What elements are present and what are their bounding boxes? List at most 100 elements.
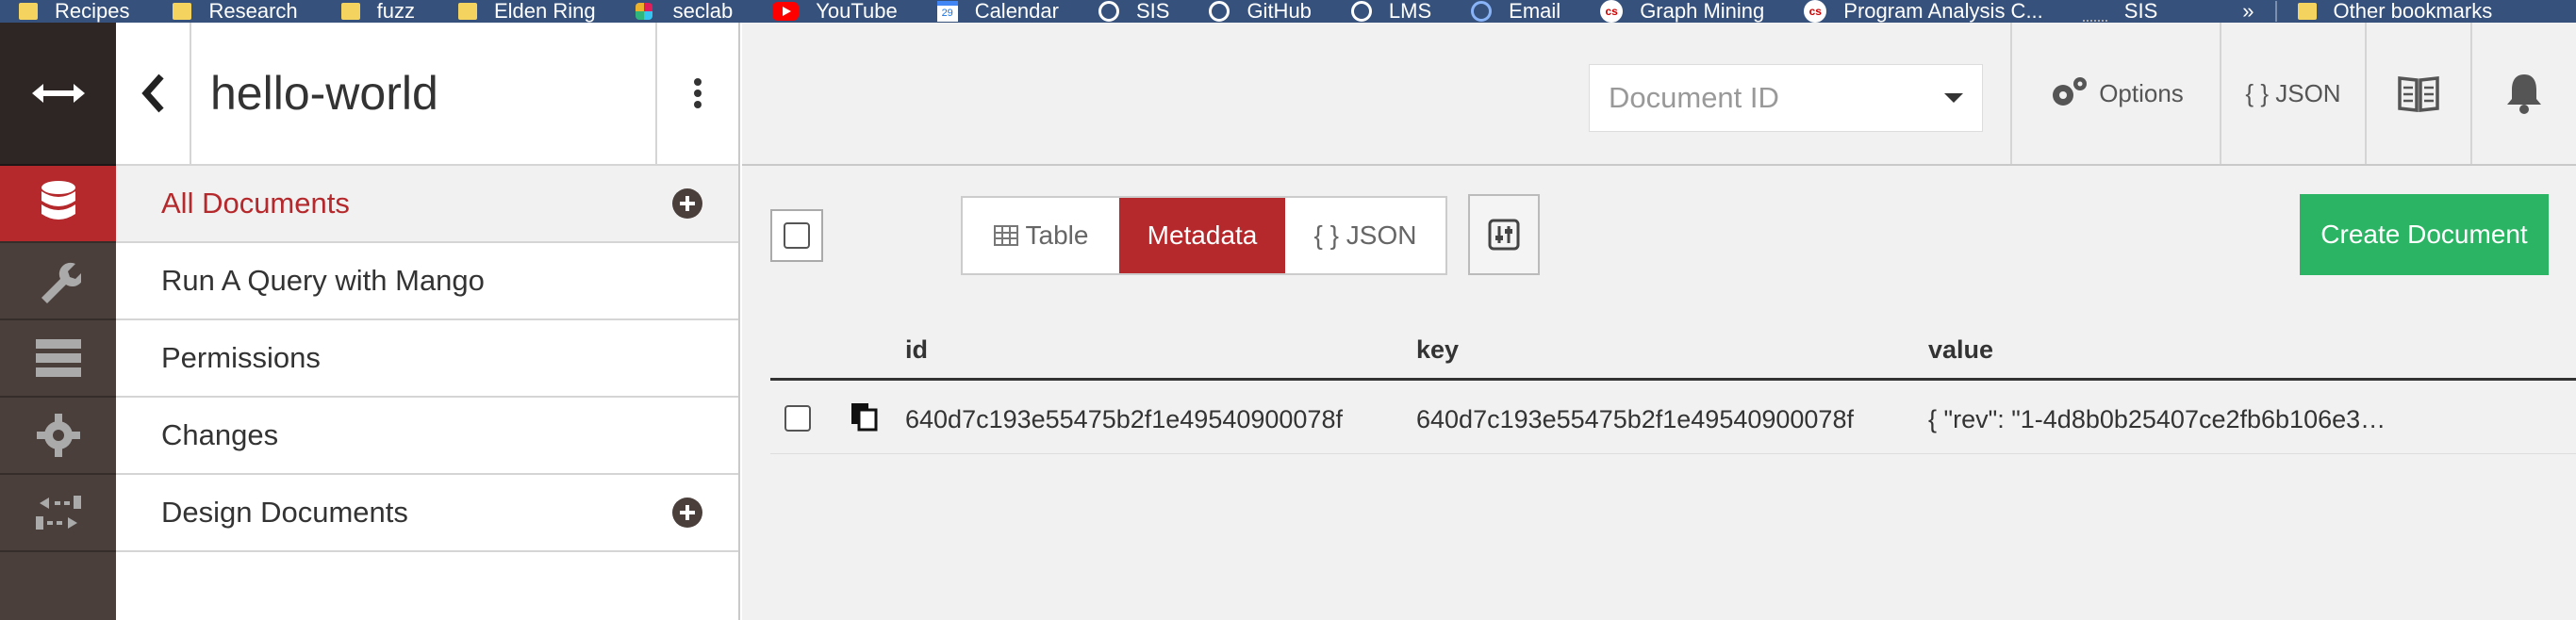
double-arrow-icon	[31, 84, 85, 103]
json-toggle-button[interactable]: { } JSON	[1285, 198, 1445, 273]
copy-icon[interactable]	[850, 401, 880, 432]
folder-icon	[340, 3, 360, 20]
sis-icon	[2082, 1, 2107, 22]
bookmark-other[interactable]: Other bookmarks	[2297, 0, 2492, 23]
list-icon	[35, 339, 81, 377]
database-icon	[41, 181, 75, 220]
bookmark-sis[interactable]: SIS	[1098, 0, 1169, 23]
folder-icon	[458, 3, 477, 20]
caret-down-icon	[1944, 93, 1963, 103]
sidebar-item-label: Design Documents	[161, 496, 408, 529]
sidebar-item-changes[interactable]: Changes	[116, 398, 738, 475]
column-header-id[interactable]: id	[905, 335, 928, 365]
email-icon	[1471, 1, 1493, 22]
table-settings-button[interactable]	[1468, 194, 1540, 275]
document-id-placeholder: Document ID	[1609, 81, 1779, 114]
globe-icon	[1350, 1, 1372, 22]
more-vertical-icon	[694, 78, 702, 108]
row-value: { "rev": "1-4d8b0b25407ce2fb6b106e3…	[1928, 405, 2386, 433]
create-document-button[interactable]: Create Document	[2300, 194, 2549, 275]
table-icon	[993, 225, 1018, 246]
nav-replication[interactable]	[0, 475, 116, 552]
table-view-button[interactable]: Table	[963, 198, 1119, 273]
nav-databases[interactable]	[0, 166, 116, 243]
json-label: { } JSON	[2245, 78, 2341, 107]
bookmarks-overflow-button[interactable]: »	[2242, 0, 2254, 23]
calendar-icon: 29	[936, 1, 958, 22]
database-title: hello-world	[210, 67, 438, 120]
select-all-checkbox-box	[784, 222, 810, 249]
sidebar-header: hello-world	[116, 23, 738, 166]
view-toggle: Table Metadata { } JSON	[961, 196, 1447, 275]
sliders-icon	[1488, 219, 1520, 251]
add-document-icon[interactable]	[672, 188, 702, 219]
database-sidebar: hello-world All Documents Run A Query wi…	[116, 23, 740, 620]
table-row[interactable]: 640d7c193e55475b2f1e49540900078f 640d7c1…	[770, 383, 2576, 454]
notifications-button[interactable]	[2470, 23, 2576, 164]
row-id: 640d7c193e55475b2f1e49540900078f	[905, 405, 1343, 433]
bookmark-lms[interactable]: LMS	[1350, 0, 1431, 23]
bookmarks-bar: Recipes Research fuzz Elden Ring seclab …	[0, 0, 2576, 23]
folder-icon	[19, 3, 38, 20]
json-toggle-label: { } JSON	[1313, 220, 1417, 250]
column-header-key[interactable]: key	[1416, 335, 1459, 365]
sidebar-item-all-documents[interactable]: All Documents	[116, 166, 738, 243]
gear-icon	[36, 414, 80, 457]
add-design-document-icon[interactable]	[672, 498, 702, 528]
bookmark-youtube[interactable]: YouTube	[772, 0, 898, 23]
bookmark-program-analysis[interactable]: Program Analysis C...	[1804, 0, 2043, 23]
row-checkbox[interactable]	[784, 405, 811, 432]
wrench-icon	[41, 262, 81, 303]
json-view-button[interactable]: { } JSON	[2220, 23, 2365, 164]
github-icon	[1209, 1, 1230, 22]
gears-icon	[2053, 77, 2088, 106]
metadata-view-button[interactable]: Metadata	[1119, 198, 1285, 273]
database-menu-button[interactable]	[655, 23, 738, 164]
sidebar-item-permissions[interactable]: Permissions	[116, 320, 738, 398]
bell-icon	[2507, 74, 2541, 114]
metadata-view-label: Metadata	[1147, 220, 1258, 250]
column-header-value[interactable]: value	[1928, 335, 1993, 365]
toggle-nav-button[interactable]	[0, 23, 116, 166]
sidebar-item-label: Permissions	[161, 341, 321, 374]
bookmarks-divider	[2274, 1, 2277, 22]
nav-rail	[0, 23, 116, 620]
cs-icon	[1600, 0, 1624, 23]
sis-icon	[1098, 1, 1119, 22]
slack-icon	[632, 1, 656, 22]
sidebar-item-label: Run A Query with Mango	[161, 264, 485, 297]
bookmark-recipes[interactable]: Recipes	[19, 0, 129, 23]
bookmark-seclab[interactable]: seclab	[632, 0, 733, 23]
nav-config[interactable]	[0, 398, 116, 475]
options-label: Options	[2099, 78, 2184, 107]
bookmark-elden-ring[interactable]: Elden Ring	[458, 0, 596, 23]
youtube-icon	[772, 2, 800, 21]
row-key: 640d7c193e55475b2f1e49540900078f	[1416, 405, 1854, 433]
sidebar-item-design-documents[interactable]: Design Documents	[116, 475, 738, 552]
bookmark-graph-mining[interactable]: Graph Mining	[1600, 0, 1764, 23]
select-all-checkbox[interactable]	[770, 209, 823, 262]
bookmark-fuzz[interactable]: fuzz	[340, 0, 415, 23]
table-view-label: Table	[1025, 220, 1089, 250]
nav-active-tasks[interactable]	[0, 320, 116, 398]
folder-icon	[173, 3, 192, 20]
cs-icon	[1804, 0, 1827, 23]
bookmark-calendar[interactable]: 29 Calendar	[936, 0, 1059, 23]
table-header: id key value	[770, 317, 2576, 381]
back-button[interactable]	[116, 23, 191, 164]
bookmark-email[interactable]: Email	[1471, 0, 1560, 23]
chevron-left-icon	[141, 73, 164, 113]
replication-icon	[35, 496, 81, 530]
sidebar-item-mango-query[interactable]: Run A Query with Mango	[116, 243, 738, 320]
folder-icon	[2297, 3, 2317, 20]
bookmark-sis-2[interactable]: SIS	[2082, 0, 2157, 23]
nav-setup[interactable]	[0, 243, 116, 320]
sidebar-item-label: Changes	[161, 418, 279, 451]
documents-panel: Table Metadata { } JSON Create Document …	[742, 166, 2576, 620]
book-icon	[2398, 76, 2439, 112]
docs-button[interactable]	[2365, 23, 2470, 164]
bookmark-github[interactable]: GitHub	[1209, 0, 1312, 23]
options-button[interactable]: Options	[2010, 23, 2220, 164]
bookmark-research[interactable]: Research	[173, 0, 298, 23]
document-id-select[interactable]: Document ID	[1589, 64, 1983, 132]
